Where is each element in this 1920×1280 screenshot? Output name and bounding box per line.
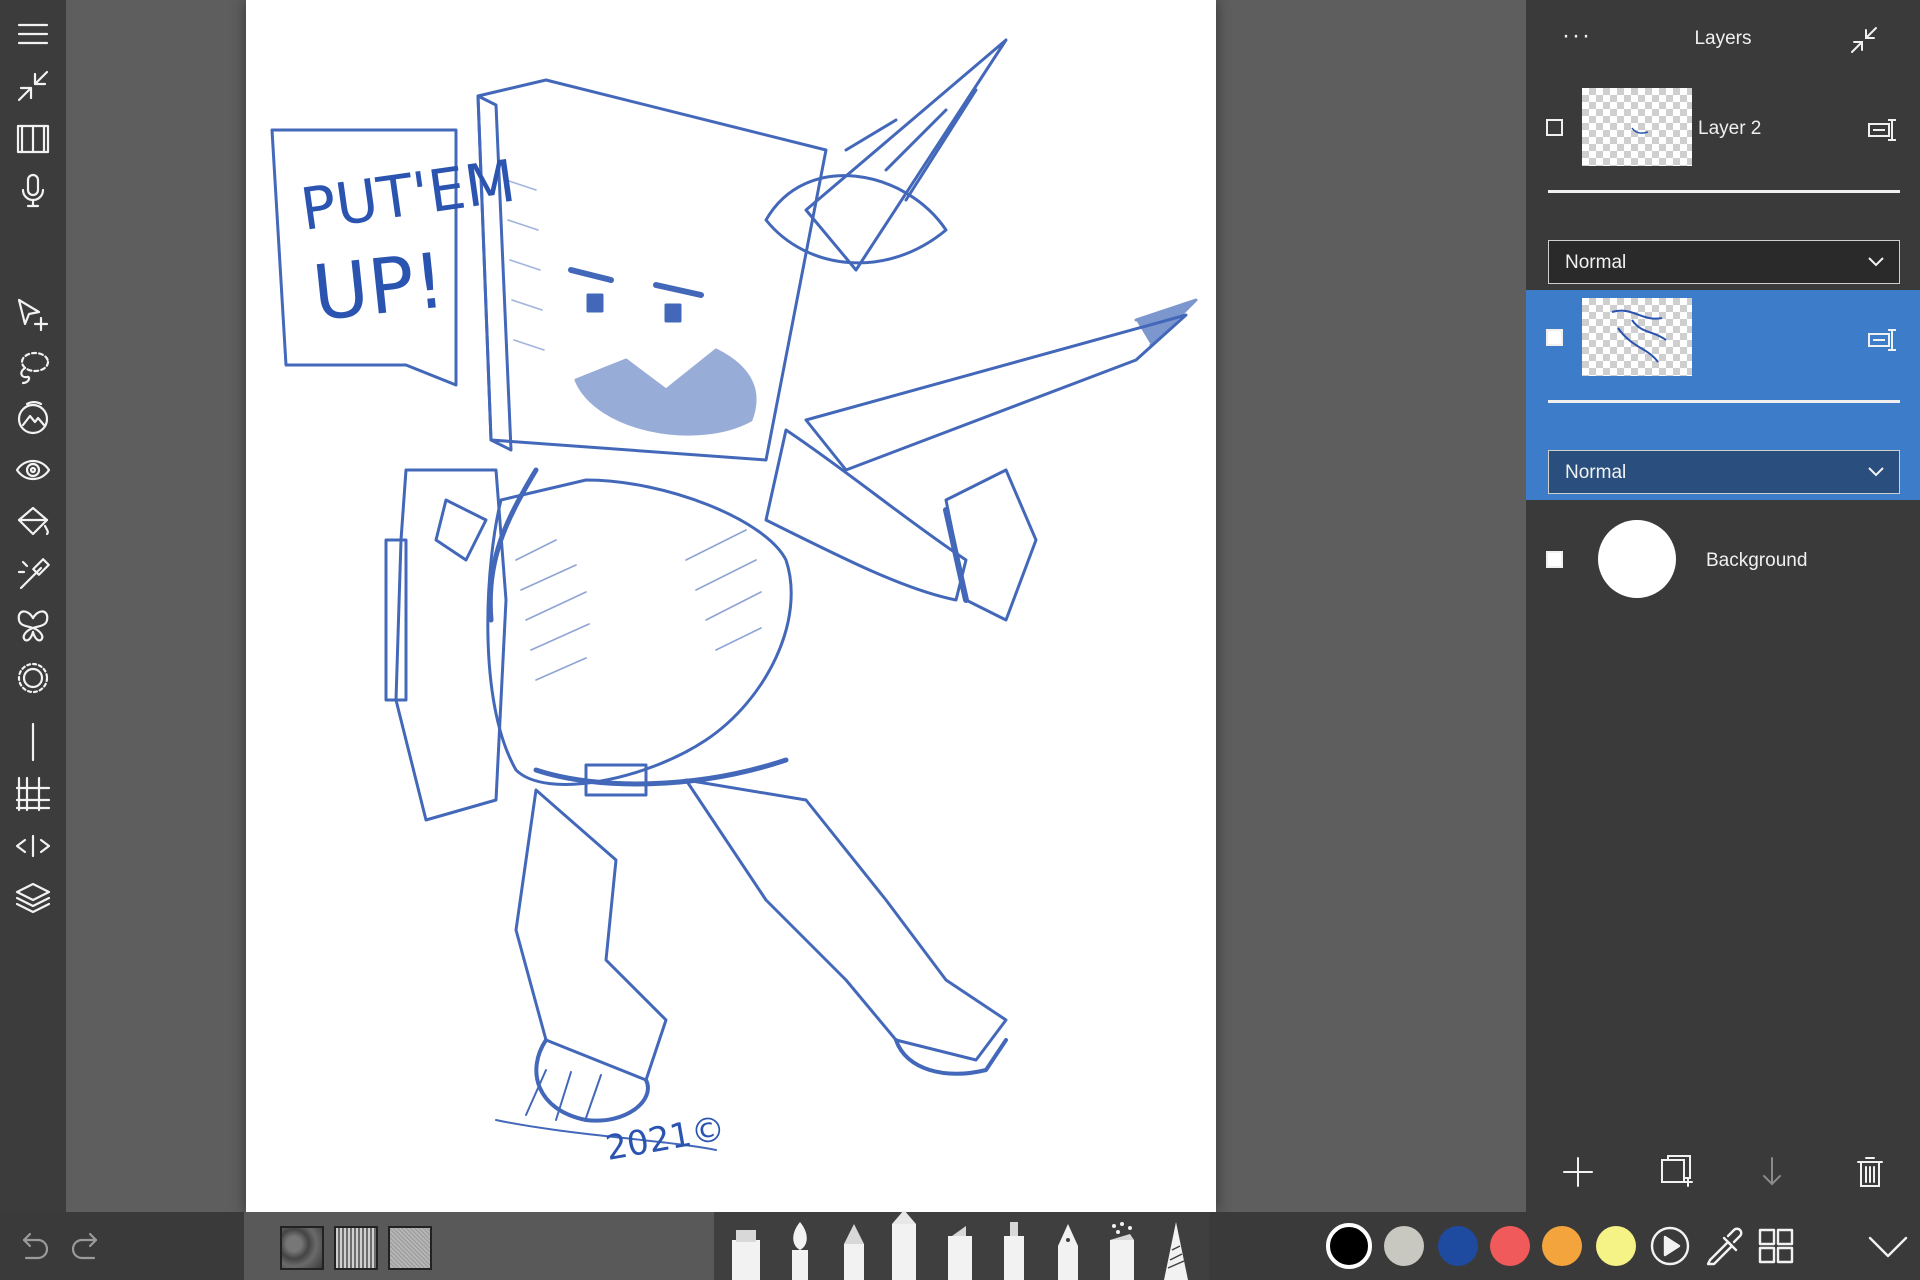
- airbrush-icon[interactable]: [1104, 1220, 1140, 1280]
- pen-nib-icon[interactable]: [1050, 1220, 1086, 1280]
- layers-panel: ··· Layers Layer 2 Normal Normal Backgro…: [1526, 0, 1920, 1212]
- sketch-artwork: PUT'EM UP! 2021©: [270, 38, 1198, 1169]
- collapse-icon[interactable]: [9, 62, 57, 110]
- layers-icon[interactable]: [9, 874, 57, 922]
- selected-brush-icon[interactable]: [886, 1210, 922, 1280]
- collapse-panel-icon[interactable]: [1846, 22, 1882, 58]
- duplicate-layer-icon[interactable]: [1656, 1152, 1696, 1192]
- ruler-icon[interactable]: [9, 718, 57, 766]
- speech-text-line2: UP!: [309, 236, 450, 338]
- layer-row-selected[interactable]: Normal: [1526, 290, 1920, 500]
- blend-mode-select[interactable]: Normal: [1548, 450, 1900, 494]
- eyedropper-icon[interactable]: [1702, 1224, 1746, 1268]
- transform-icon[interactable]: [9, 290, 57, 338]
- add-layer-icon[interactable]: [1558, 1152, 1598, 1192]
- color-swatch-gray[interactable]: [1384, 1226, 1424, 1266]
- canvas-area[interactable]: PUT'EM UP! 2021©: [66, 0, 1526, 1212]
- redo-icon[interactable]: [62, 1222, 110, 1270]
- layer-visibility-checkbox[interactable]: [1546, 329, 1563, 346]
- layer-thumbnail: [1582, 88, 1692, 166]
- blend-mode-value: Normal: [1565, 462, 1627, 483]
- color-palette-grid-icon[interactable]: [1754, 1224, 1798, 1268]
- texture-strip: [244, 1212, 714, 1280]
- menu-icon[interactable]: [9, 10, 57, 58]
- layer-visibility-checkbox[interactable]: [1546, 551, 1563, 568]
- microphone-icon[interactable]: [9, 166, 57, 214]
- texture-swatch[interactable]: [334, 1226, 378, 1270]
- paintbrush-icon[interactable]: [782, 1220, 818, 1280]
- layer-properties-icon[interactable]: [1866, 326, 1898, 354]
- symmetry-icon[interactable]: [9, 602, 57, 650]
- lasso-icon[interactable]: [9, 342, 57, 390]
- color-swatch-yellow[interactable]: [1596, 1226, 1636, 1266]
- delete-layer-icon[interactable]: [1850, 1152, 1890, 1192]
- magic-wand-icon[interactable]: [9, 550, 57, 598]
- smudge-brush-icon[interactable]: [1158, 1220, 1194, 1280]
- color-swatch-orange[interactable]: [1542, 1226, 1582, 1266]
- background-color-thumbnail[interactable]: [1598, 520, 1676, 598]
- color-swatch-blue[interactable]: [1438, 1226, 1478, 1266]
- layer-name: Layer 2: [1698, 118, 1762, 139]
- layer-visibility-checkbox[interactable]: [1546, 119, 1563, 136]
- layer-opacity-bar[interactable]: [1548, 400, 1900, 403]
- speech-text-line1: PUT'EM: [296, 147, 519, 244]
- ink-brush-icon[interactable]: [996, 1220, 1032, 1280]
- left-toolbar: [0, 0, 66, 1212]
- layer-thumbnail: [1582, 298, 1692, 376]
- flip-icon[interactable]: [9, 822, 57, 870]
- highlighter-brush-icon[interactable]: [942, 1220, 978, 1280]
- layer-properties-icon[interactable]: [1866, 116, 1898, 144]
- chevron-down-icon[interactable]: [1866, 1224, 1910, 1268]
- book-icon[interactable]: [9, 114, 57, 162]
- eye-icon[interactable]: [9, 446, 57, 494]
- brush-tray: [714, 1210, 1209, 1280]
- color-swatch-black[interactable]: [1326, 1223, 1372, 1269]
- drawing-canvas[interactable]: PUT'EM UP! 2021©: [246, 0, 1216, 1212]
- layers-header: ··· Layers: [1526, 0, 1920, 80]
- blend-mode-value: Normal: [1565, 252, 1627, 273]
- texture-swatch[interactable]: [280, 1226, 324, 1270]
- grid-icon[interactable]: [9, 770, 57, 818]
- marker-brush-icon[interactable]: [728, 1220, 764, 1280]
- color-swatch-red[interactable]: [1490, 1226, 1530, 1266]
- chevron-down-icon: [1868, 257, 1884, 267]
- layer-opacity-bar[interactable]: [1548, 190, 1900, 193]
- pencil-brush-icon[interactable]: [836, 1220, 872, 1280]
- layer-row[interactable]: Layer 2 Normal: [1526, 80, 1920, 290]
- play-icon[interactable]: [1648, 1224, 1692, 1268]
- chevron-down-icon: [1868, 467, 1884, 477]
- texture-swatch[interactable]: [388, 1226, 432, 1270]
- image-adjust-icon[interactable]: [9, 394, 57, 442]
- undo-icon[interactable]: [10, 1222, 58, 1270]
- bottom-bar: [0, 1210, 1920, 1280]
- blend-mode-select[interactable]: Normal: [1548, 240, 1900, 284]
- layer-name: Background: [1706, 550, 1808, 571]
- layer-row-background[interactable]: Background: [1526, 500, 1920, 620]
- merge-down-icon[interactable]: [1752, 1152, 1792, 1192]
- fill-icon[interactable]: [9, 498, 57, 546]
- perspective-icon[interactable]: [9, 654, 57, 702]
